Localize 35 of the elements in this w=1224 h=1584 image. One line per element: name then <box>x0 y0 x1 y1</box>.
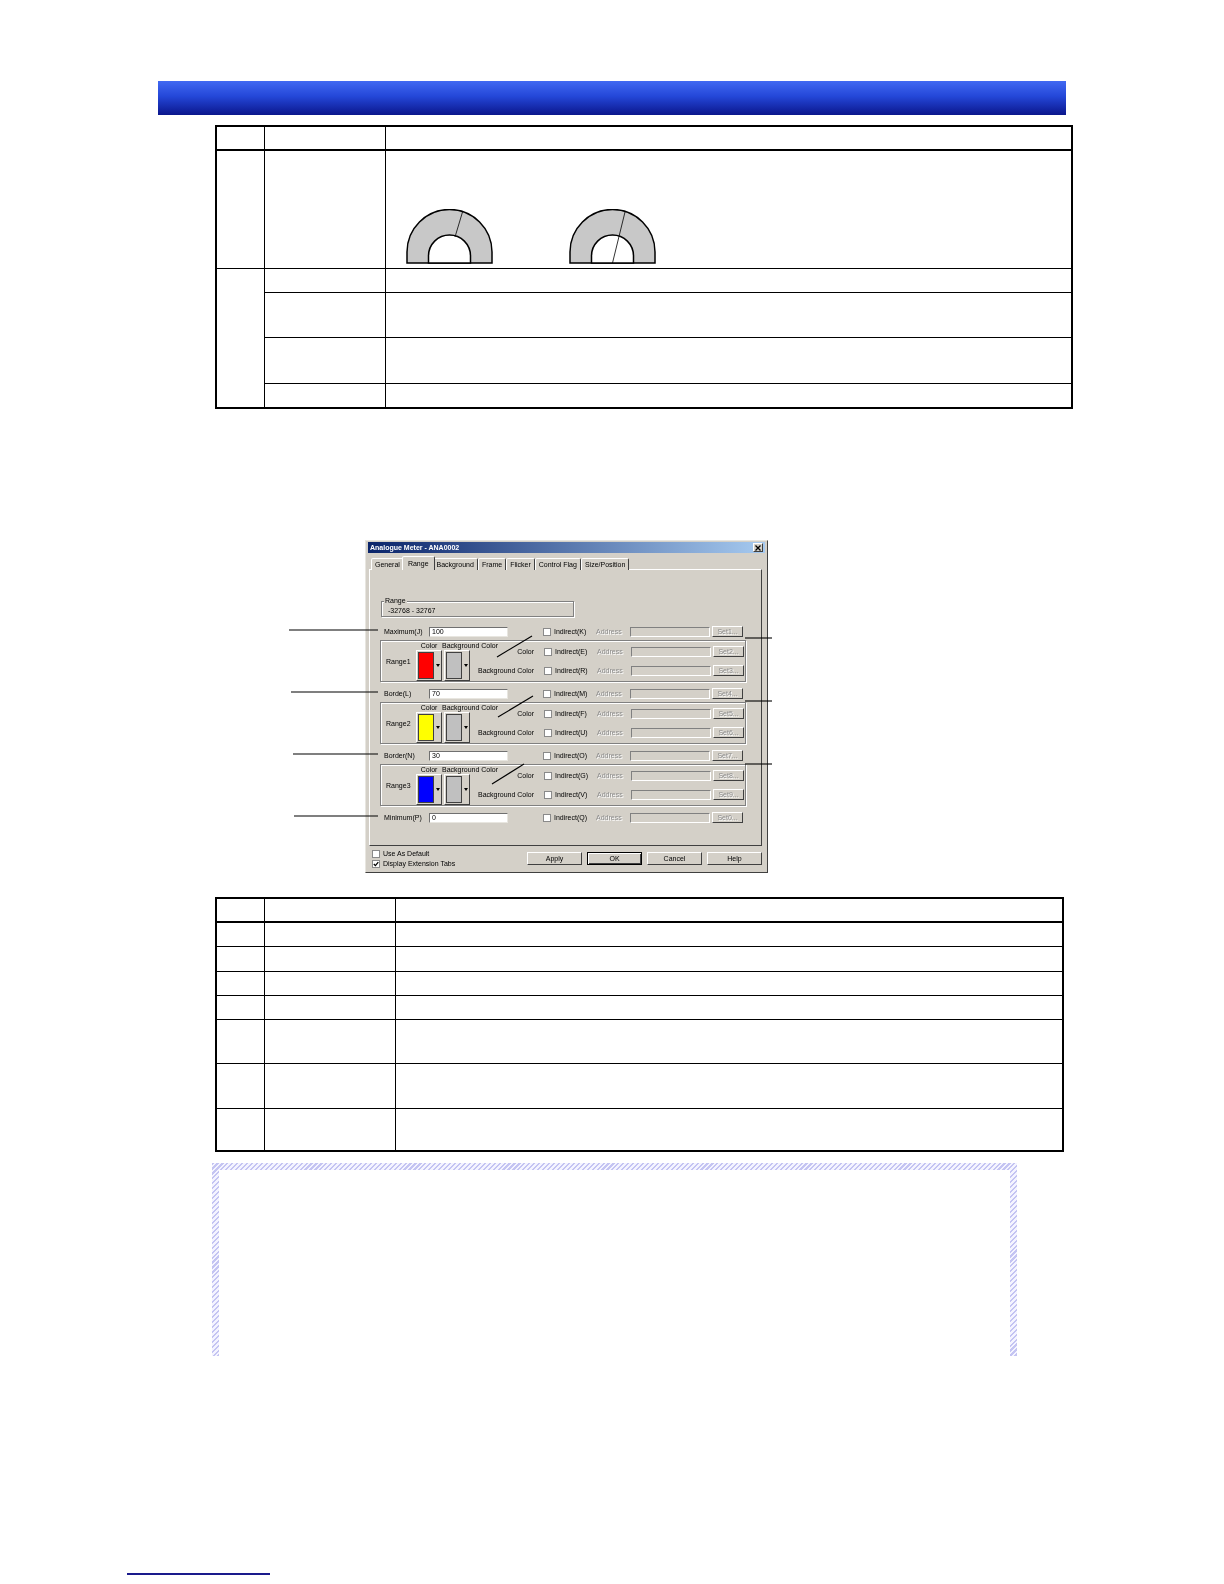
color-picker-button[interactable] <box>444 774 470 805</box>
check-icon <box>373 861 379 867</box>
checkbox[interactable] <box>544 666 552 675</box>
checkbox[interactable] <box>544 771 552 780</box>
caret-icon <box>436 664 440 667</box>
caret-icon <box>436 726 440 729</box>
color-picker-button[interactable] <box>444 650 470 681</box>
color-swatch <box>446 652 462 679</box>
color-swatch <box>446 714 462 741</box>
checkbox[interactable] <box>543 627 551 636</box>
caret-icon <box>464 726 468 729</box>
leader-line <box>744 637 773 639</box>
close-button[interactable] <box>753 543 763 552</box>
checkbox[interactable] <box>372 850 380 858</box>
caret-icon <box>464 664 468 667</box>
checkbox[interactable] <box>544 709 552 718</box>
checkbox[interactable] <box>543 813 551 822</box>
color-picker-button[interactable] <box>444 712 470 743</box>
color-swatch <box>446 776 462 803</box>
checkbox[interactable] <box>544 790 552 799</box>
checkbox[interactable] <box>372 860 380 868</box>
color-picker-button[interactable] <box>416 774 442 805</box>
checkbox[interactable] <box>543 689 551 698</box>
color-picker-button[interactable] <box>416 712 442 743</box>
checkbox[interactable] <box>544 728 552 737</box>
caret-icon <box>464 788 468 791</box>
leader-line <box>497 695 534 718</box>
leader-line <box>744 763 773 765</box>
caret-icon <box>436 788 440 791</box>
checkbox[interactable] <box>544 647 552 656</box>
leader-line <box>496 635 533 658</box>
leader-line <box>744 700 773 702</box>
color-picker-button[interactable] <box>416 650 442 681</box>
close-icon <box>755 544 761 551</box>
checkbox[interactable] <box>543 751 551 760</box>
